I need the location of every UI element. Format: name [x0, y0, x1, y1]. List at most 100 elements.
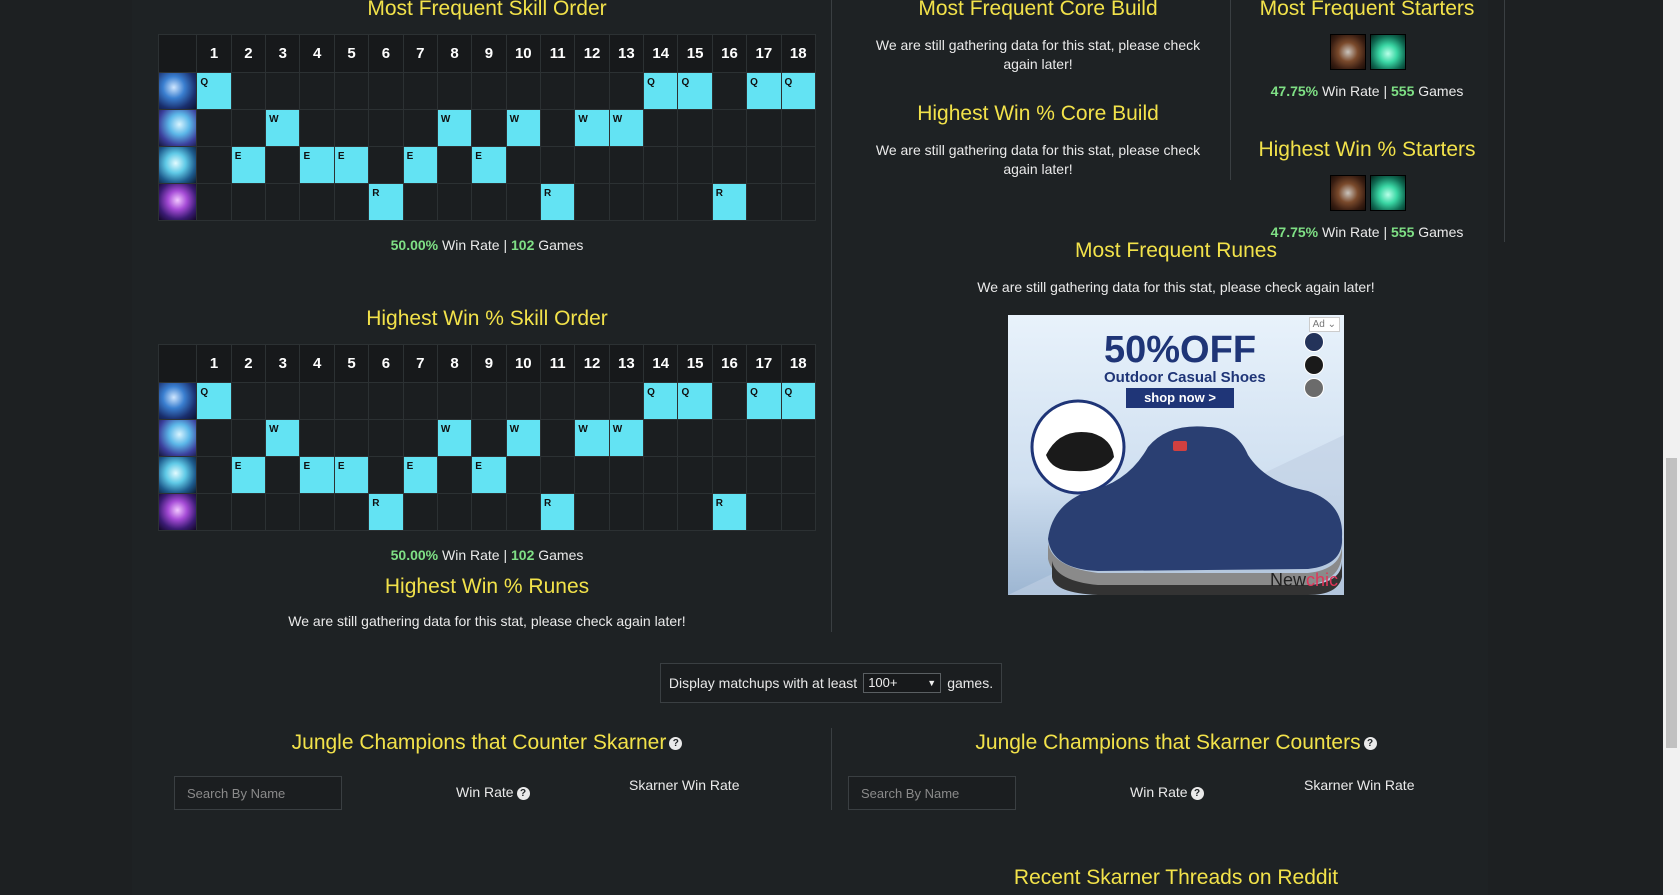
skill-point-letter: W — [578, 114, 588, 125]
skill-point-letter: R — [544, 188, 552, 199]
empty-cell — [677, 109, 713, 147]
empty-cell — [230, 493, 267, 531]
skill-row-w: WWWWW — [157, 109, 817, 147]
counters-left-search-input[interactable] — [174, 776, 342, 810]
win-rate-value: 47.75% — [1270, 224, 1319, 240]
highest-runes-title: Highest Win % Runes — [384, 575, 590, 598]
empty-cell — [643, 456, 679, 494]
skill-point-letter: W — [269, 424, 279, 435]
skill-row-q: QQQQQ — [157, 382, 817, 420]
skill-point-letter: E — [234, 151, 242, 162]
empty-cell — [780, 183, 817, 221]
level-header: 14 — [643, 344, 679, 383]
empty-cell — [643, 183, 679, 221]
skill-point-letter: W — [509, 424, 520, 435]
empty-cell — [368, 382, 404, 420]
skill-point-letter: E — [234, 461, 242, 472]
right-edge-divider — [1504, 0, 1505, 242]
empty-cell — [265, 146, 301, 184]
skill-point-letter: Q — [681, 77, 690, 88]
level-header: 14 — [643, 34, 679, 73]
skill-point-cell: W — [574, 419, 610, 457]
empty-cell — [677, 493, 713, 531]
filter-suffix-label: games. — [947, 675, 994, 691]
level-header: 6 — [368, 34, 404, 73]
skarner-q-icon[interactable] — [159, 383, 196, 419]
empty-cell — [333, 183, 370, 221]
reddit-threads-title: Recent Skarner Threads on Reddit — [1013, 866, 1339, 889]
skill-point-cell: E — [471, 146, 507, 184]
help-icon[interactable]: ? — [669, 736, 683, 750]
empty-cell — [299, 419, 335, 457]
refillable-potion-icon[interactable] — [1370, 34, 1406, 70]
advertisement[interactable]: Ad ⌄ 50%OFF Outdoor Casual Shoes shop no… — [1008, 315, 1344, 595]
page-scrollbar[interactable] — [1663, 0, 1680, 895]
empty-cell — [608, 183, 645, 221]
skill-point-cell: W — [436, 109, 473, 147]
skarner-w-icon[interactable] — [159, 420, 196, 456]
help-icon[interactable]: ? — [1190, 786, 1204, 800]
empty-cell — [402, 109, 438, 147]
level-header: 16 — [711, 344, 748, 383]
skill-point-cell: E — [230, 456, 267, 494]
empty-cell — [608, 456, 645, 494]
skarner-r-icon[interactable] — [159, 184, 196, 220]
refillable-potion-icon[interactable] — [1370, 175, 1406, 211]
games-label: Games — [1418, 83, 1464, 99]
skill-row-w: WWWWW — [157, 419, 817, 457]
empty-cell — [746, 456, 782, 494]
highest-core-build-text: We are still gathering data for this sta… — [875, 142, 1201, 177]
skill-point-cell: Q — [746, 72, 782, 110]
counters-right-title: Jungle Champions that Skarner Counters? — [868, 731, 1484, 755]
empty-cell — [333, 382, 370, 420]
filter-prefix-label: Display matchups with at least — [668, 675, 858, 691]
help-icon[interactable]: ? — [516, 786, 530, 800]
skarner-w-icon[interactable] — [159, 110, 196, 146]
empty-cell — [539, 146, 576, 184]
skarner-e-icon[interactable] — [159, 457, 196, 493]
hailblade-icon[interactable] — [1330, 34, 1366, 70]
empty-cell — [196, 109, 232, 147]
skill-point-letter: R — [372, 498, 380, 509]
skill-point-letter: W — [269, 114, 279, 125]
empty-cell — [368, 72, 404, 110]
empty-cell — [539, 382, 576, 420]
level-header: 1 — [196, 34, 232, 73]
level-header: 17 — [746, 344, 782, 383]
level-header: 6 — [368, 344, 404, 383]
empty-cell — [643, 109, 679, 147]
min-games-select[interactable]: 100+ ▼ — [863, 673, 942, 693]
skarner-e-icon[interactable] — [159, 147, 196, 183]
empty-cell — [368, 419, 404, 457]
skill-point-cell: R — [368, 493, 404, 531]
counters-right-winrate-header[interactable]: Win Rate? — [1130, 784, 1204, 800]
skarner-q-icon[interactable] — [159, 73, 196, 109]
matchup-filter: Display matchups with at least 100+ ▼ gam… — [660, 663, 1002, 703]
frequent-core-build-text: We are still gathering data for this sta… — [875, 37, 1201, 72]
skill-point-letter: E — [303, 151, 311, 162]
empty-cell — [780, 146, 817, 184]
empty-cell — [677, 419, 713, 457]
empty-cell — [333, 419, 370, 457]
counters-left-champ-winrate-header[interactable]: Skarner Win Rate — [629, 777, 739, 793]
level-header: 18 — [780, 34, 817, 73]
empty-cell — [436, 493, 473, 531]
counters-right-search-input[interactable] — [848, 776, 1016, 810]
empty-cell — [402, 419, 438, 457]
counters-left-winrate-header[interactable]: Win Rate? — [456, 784, 530, 800]
skill-point-letter: Q — [200, 77, 209, 88]
skill-point-cell: Q — [780, 72, 817, 110]
skill-point-letter: E — [406, 151, 414, 162]
skill-point-cell: R — [711, 183, 748, 221]
empty-cell — [780, 493, 817, 531]
scrollbar-thumb[interactable] — [1666, 458, 1677, 748]
help-icon[interactable]: ? — [1363, 736, 1377, 750]
skarner-r-icon[interactable] — [159, 494, 196, 530]
games-value: 102 — [511, 547, 535, 563]
skill-point-letter: Q — [647, 77, 655, 88]
empty-cell — [265, 183, 301, 221]
skill-point-letter: Q — [784, 77, 793, 88]
hailblade-icon[interactable] — [1330, 175, 1366, 211]
counters-right-champ-winrate-header[interactable]: Skarner Win Rate — [1304, 777, 1414, 793]
skill-row-r: RRR — [157, 183, 817, 221]
